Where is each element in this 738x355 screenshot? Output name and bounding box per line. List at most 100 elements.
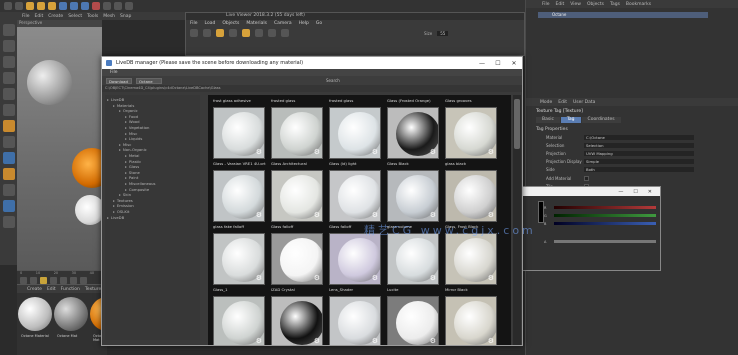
menu-item[interactable]: Edit (558, 100, 567, 105)
gear-icon[interactable]: ⚙ (430, 338, 436, 345)
material-thumbnail[interactable]: ⚙ (271, 233, 323, 285)
stop-icon[interactable] (203, 29, 211, 37)
material-thumbnail[interactable]: ⚙ (271, 170, 323, 222)
material-thumbnail[interactable]: ⚙ (271, 107, 323, 159)
tree-expander-icon[interactable]: ▸ (107, 97, 109, 102)
material-thumbnail[interactable]: ⚙ (329, 296, 381, 345)
tree-item[interactable]: ▸ Non-Organic (119, 147, 147, 152)
object-row[interactable]: Octane (538, 12, 708, 18)
gear-icon[interactable]: ⚙ (256, 275, 262, 282)
tree-expander-icon[interactable]: ▸ (107, 215, 109, 220)
enable-axis-icon[interactable] (2, 120, 15, 132)
menu-item[interactable]: Tags (610, 2, 620, 7)
refresh-icon[interactable] (190, 29, 198, 37)
menu-item[interactable]: Help (299, 21, 309, 26)
material-thumbnail[interactable]: ⚙ (271, 296, 323, 345)
tree-expander-icon[interactable]: ▸ (113, 209, 115, 214)
gear-icon[interactable]: ⚙ (430, 149, 436, 156)
material-preview[interactable] (54, 297, 88, 331)
lock-icon[interactable] (2, 184, 15, 196)
menu-item[interactable]: User Data (573, 100, 595, 105)
tree-expander-icon[interactable]: ▸ (125, 159, 127, 164)
material-thumbnail[interactable]: ⚙ (445, 107, 497, 159)
next-frame-icon[interactable] (50, 277, 57, 284)
tree-item[interactable]: ▸ OSLKit (113, 209, 129, 214)
maximize-icon[interactable]: ☐ (633, 189, 637, 195)
tree-item[interactable]: ▸ Metal (125, 153, 139, 158)
menu-item[interactable]: Select (68, 14, 82, 19)
property-value[interactable]: C:\Octane (584, 134, 694, 140)
undo-icon[interactable] (4, 2, 12, 10)
tree-item[interactable]: ▸ Glass (125, 164, 139, 169)
menu-item[interactable]: Snap (120, 14, 131, 19)
tree-item[interactable]: ▸ Wood (125, 119, 140, 124)
material-thumbnail[interactable]: ⚙ (213, 107, 265, 159)
material-thumbnail[interactable]: ⚙ (387, 170, 439, 222)
color-slider[interactable] (554, 222, 656, 225)
menu-item[interactable]: File (190, 21, 198, 26)
sculpt-icon[interactable] (2, 216, 15, 228)
region-icon[interactable] (255, 29, 263, 37)
material-thumbnail[interactable]: ⚙ (445, 296, 497, 345)
tree-expander-icon[interactable]: ▸ (113, 203, 115, 208)
menu-item[interactable]: File (22, 14, 30, 19)
focus-icon[interactable] (268, 29, 276, 37)
tree-expander-icon[interactable]: ▸ (119, 192, 121, 197)
gear-icon[interactable]: ⚙ (372, 149, 378, 156)
property-value[interactable]: UVW Mapping (584, 150, 694, 156)
material-menu-item[interactable]: Edit (47, 287, 56, 292)
move-icon[interactable] (26, 2, 34, 10)
gear-icon[interactable]: ⚙ (256, 212, 262, 219)
gear-icon[interactable]: ⚙ (314, 149, 320, 156)
tree-item[interactable]: ▸ Materials (113, 103, 134, 108)
color-slider[interactable] (554, 240, 656, 243)
y-axis-icon[interactable] (70, 2, 78, 10)
renderer-dropdown[interactable]: Octane (136, 77, 162, 84)
tree-item[interactable]: ▸ Textures (113, 198, 133, 203)
pen-icon[interactable] (125, 2, 133, 10)
gear-icon[interactable]: ⚙ (372, 212, 378, 219)
tree-item[interactable]: ▸ Paint (125, 175, 138, 180)
tree-item[interactable]: ▸ Stone (125, 170, 140, 175)
search-label[interactable]: Search (326, 78, 340, 83)
menu-item[interactable]: Edit (35, 14, 44, 19)
menu-item[interactable]: Objects (222, 21, 239, 26)
model-mode-icon[interactable] (2, 40, 15, 52)
tree-item[interactable]: ▸ Liquids (125, 136, 142, 141)
grid-scrollbar[interactable] (513, 95, 521, 345)
menu-item[interactable]: Bookmarks (626, 2, 651, 7)
menu-item[interactable]: Create (48, 14, 63, 19)
menu-item[interactable]: Go (316, 21, 322, 26)
color-slider[interactable] (554, 214, 656, 217)
material-menu-item[interactable]: Texture (85, 287, 101, 292)
tree-expander-icon[interactable]: ▸ (125, 131, 127, 136)
tree-item[interactable]: ▸ Vegetation (125, 125, 149, 130)
tree-expander-icon[interactable]: ▸ (119, 142, 121, 147)
gear-icon[interactable]: ⚙ (488, 338, 494, 345)
rotate-icon[interactable] (48, 2, 56, 10)
material-preview[interactable] (18, 297, 52, 331)
menu-item[interactable]: Tools (87, 14, 98, 19)
material-thumbnail[interactable]: ⚙ (445, 170, 497, 222)
tree-expander-icon[interactable]: ▸ (125, 181, 127, 186)
material-thumbnail[interactable]: ⚙ (213, 170, 265, 222)
material-thumbnail[interactable]: ⚙ (387, 233, 439, 285)
scale-icon[interactable] (37, 2, 45, 10)
tree-expander-icon[interactable]: ▸ (125, 164, 127, 169)
tree-expander-icon[interactable]: ▸ (125, 153, 127, 158)
material-thumbnail[interactable]: ⚙ (329, 107, 381, 159)
download-dropdown[interactable]: Download (106, 77, 132, 84)
size-value[interactable]: 55 (437, 30, 449, 36)
property-value[interactable]: Both (584, 166, 694, 172)
gear-icon[interactable]: ⚙ (256, 338, 262, 345)
tree-expander-icon[interactable]: ▸ (125, 187, 127, 192)
tree-expander-icon[interactable]: ▸ (119, 108, 121, 113)
previous-frame-icon[interactable] (30, 277, 37, 284)
gear-icon[interactable]: ⚙ (488, 212, 494, 219)
tree-item[interactable]: ▸ Misc (125, 131, 137, 136)
menu-item[interactable]: Mesh (103, 14, 115, 19)
z-axis-icon[interactable] (81, 2, 89, 10)
material-thumbnail[interactable]: ⚙ (329, 170, 381, 222)
gear-icon[interactable]: ⚙ (372, 338, 378, 345)
x-axis-icon[interactable] (59, 2, 67, 10)
